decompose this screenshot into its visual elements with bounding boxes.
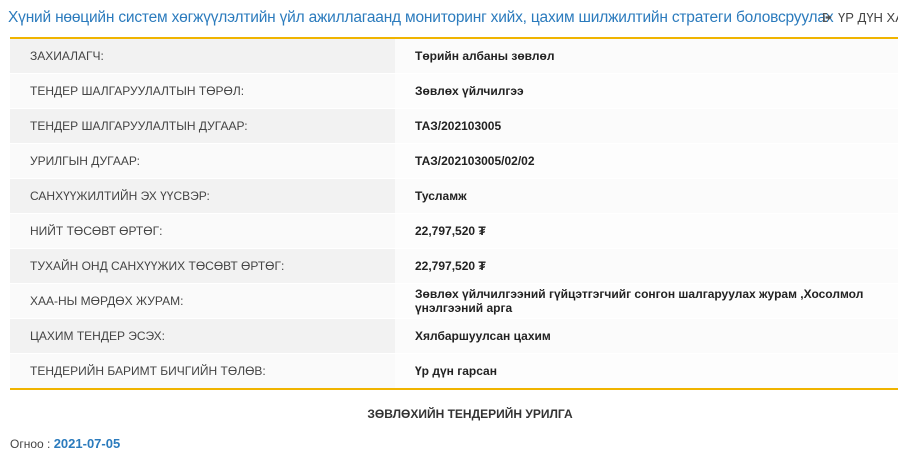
detail-label: ЦАХИМ ТЕНДЕР ЭСЭХ: [30, 329, 166, 343]
detail-label: ТУХАЙН ОНД САНХҮҮЖИХ ТӨСӨВТ ӨРТӨГ: [30, 259, 285, 273]
detail-value: Хялбаршуулсан цахим [395, 319, 898, 353]
detail-label: НИЙТ ТӨСӨВТ ӨРТӨГ: [30, 224, 163, 238]
detail-label: ТЕНДЕРИЙН БАРИМТ БИЧГИЙН ТӨЛӨВ: [30, 364, 266, 378]
detail-value: Төрийн албаны зөвлөл [395, 39, 898, 73]
detail-row-document-status: ТЕНДЕРИЙН БАРИМТ БИЧГИЙН ТӨЛӨВ: Үр дүн г… [10, 353, 898, 388]
result-link[interactable]: ҮР ДҮН ХА [822, 10, 898, 25]
result-link-label: ҮР ДҮН ХА [838, 10, 898, 25]
detail-value: ТАЗ/202103005 [395, 109, 898, 143]
sign-out-icon [822, 12, 834, 23]
detail-value: Үр дүн гарсан [395, 354, 898, 388]
detail-label: УРИЛГЫН ДУГААР: [30, 154, 140, 168]
detail-row-e-tender: ЦАХИМ ТЕНДЕР ЭСЭХ: Хялбаршуулсан цахим [10, 318, 898, 353]
details-table: ЗАХИАЛАГЧ: Төрийн албаны зөвлөл ТЕНДЕР Ш… [10, 37, 898, 390]
section-title: ЗӨВЛӨХИЙН ТЕНДЕРИЙН УРИЛГА [367, 407, 573, 421]
detail-row-customer: ЗАХИАЛАГЧ: Төрийн албаны зөвлөл [10, 39, 898, 73]
date-line: Огноо : 2021-07-05 [10, 436, 120, 451]
detail-label: ТЕНДЕР ШАЛГАРУУЛАЛТЫН ДУГААР: [30, 119, 248, 133]
detail-value: ТАЗ/202103005/02/02 [395, 144, 898, 178]
page-title: Хүний нөөцийн систем хөгжүүлэлтийн үйл а… [8, 9, 834, 26]
date-label: Огноо : [10, 437, 51, 451]
detail-row-tender-type: ТЕНДЕР ШАЛГАРУУЛАЛТЫН ТӨРӨЛ: Зөвлөх үйлч… [10, 73, 898, 108]
detail-label: ХАА-НЫ МӨРДӨХ ЖУРАМ: [30, 294, 184, 308]
detail-label: САНХҮҮЖИЛТИЙН ЭХ ҮҮСВЭР: [30, 189, 210, 203]
detail-label: ТЕНДЕР ШАЛГАРУУЛАЛТЫН ТӨРӨЛ: [30, 84, 245, 98]
date-value: 2021-07-05 [53, 436, 121, 451]
detail-value: 22,797,520 ₮ [395, 249, 898, 283]
detail-row-funding-source: САНХҮҮЖИЛТИЙН ЭХ ҮҮСВЭР: Тусламж [10, 178, 898, 213]
detail-row-annual-budget: ТУХАЙН ОНД САНХҮҮЖИХ ТӨСӨВТ ӨРТӨГ: 22,79… [10, 248, 898, 283]
detail-row-invitation-number: УРИЛГЫН ДУГААР: ТАЗ/202103005/02/02 [10, 143, 898, 178]
detail-value: 22,797,520 ₮ [395, 214, 898, 248]
detail-row-procedure: ХАА-НЫ МӨРДӨХ ЖУРАМ: Зөвлөх үйлчилгээний… [10, 283, 898, 318]
page-header: Хүний нөөцийн систем хөгжүүлэлтийн үйл а… [8, 6, 898, 32]
detail-row-total-budget: НИЙТ ТӨСӨВТ ӨРТӨГ: 22,797,520 ₮ [10, 213, 898, 248]
detail-row-tender-number: ТЕНДЕР ШАЛГАРУУЛАЛТЫН ДУГААР: ТАЗ/202103… [10, 108, 898, 143]
detail-value: Зөвлөх үйлчилгээний гүйцэтгэгчийг сонгон… [395, 284, 898, 318]
detail-value: Зөвлөх үйлчилгээ [395, 74, 898, 108]
detail-value: Тусламж [395, 179, 898, 213]
detail-label: ЗАХИАЛАГЧ: [30, 49, 104, 63]
